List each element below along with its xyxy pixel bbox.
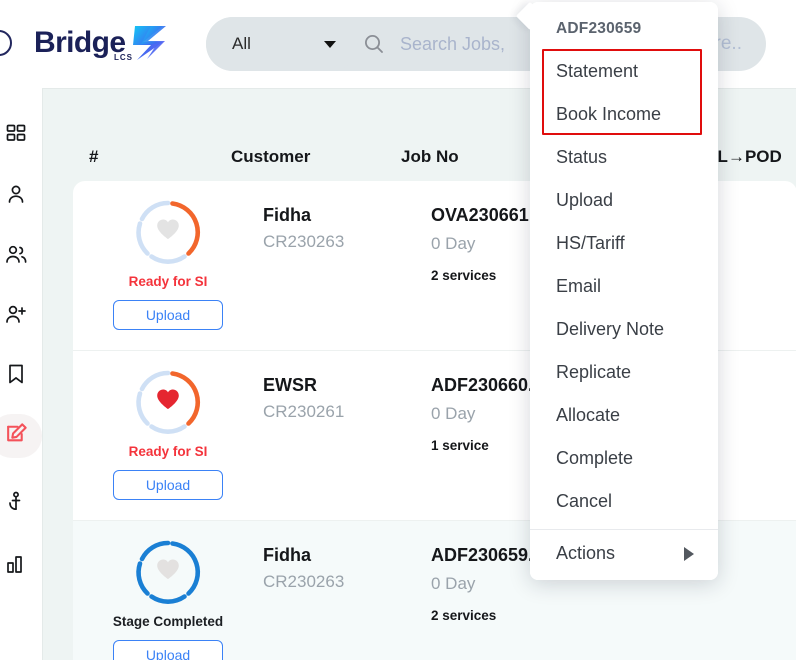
- chevron-down-icon: [324, 40, 336, 48]
- customer-code: CR230263: [263, 572, 345, 591]
- job-number[interactable]: ADF230659...: [431, 545, 543, 566]
- status-badge: Ready for SI: [128, 274, 208, 289]
- upload-button[interactable]: Upload: [113, 300, 223, 330]
- menu-item-hs-tariff[interactable]: HS/Tariff: [530, 222, 718, 265]
- row-status-cell: Ready for SI Upload: [89, 367, 247, 500]
- row-customer-cell: Fidha CR230263: [263, 205, 344, 252]
- job-number[interactable]: ADF230660...: [431, 375, 543, 396]
- brand-logo[interactable]: Bridge LCS: [34, 23, 173, 63]
- menu-item-cancel[interactable]: Cancel: [530, 480, 718, 523]
- menu-item-email[interactable]: Email: [530, 265, 718, 308]
- menu-item-actions[interactable]: Actions: [530, 532, 718, 575]
- menu-item-delivery-note[interactable]: Delivery Note: [530, 308, 718, 351]
- anchor-icon: [5, 490, 27, 519]
- column-header-hash: #: [89, 147, 99, 166]
- brand-name: Bridge: [34, 26, 126, 59]
- sidebar-item-ports[interactable]: [0, 482, 42, 526]
- customer-name: Fidha: [263, 545, 311, 565]
- customer-name: EWSR: [263, 375, 317, 395]
- menu-item-actions-label: Actions: [556, 543, 616, 563]
- caret-right-icon: [684, 546, 694, 561]
- menu-item-replicate[interactable]: Replicate: [530, 351, 718, 394]
- menu-item-upload[interactable]: Upload: [530, 179, 718, 222]
- row-customer-cell: Fidha CR230263: [263, 545, 344, 592]
- upload-button[interactable]: Upload: [113, 470, 223, 500]
- job-services-count: 2 services: [431, 608, 497, 623]
- job-context-menu: ADF230659 Statement Book Income Status U…: [515, 1, 718, 580]
- menu-item-complete[interactable]: Complete: [530, 437, 718, 480]
- context-menu-title: ADF230659: [556, 20, 642, 37]
- outline-heart-icon: [155, 558, 181, 587]
- sidebar-rail: [0, 88, 42, 660]
- menu-item-allocate[interactable]: Allocate: [530, 394, 718, 437]
- bar-chart-icon: [5, 553, 27, 580]
- menu-circle-icon[interactable]: [0, 30, 12, 56]
- sidebar-item-customer[interactable]: [0, 174, 42, 218]
- menu-divider: [530, 529, 718, 530]
- customer-code: CR230261: [263, 402, 345, 421]
- sidebar-item-bookmarks[interactable]: [0, 354, 42, 398]
- menu-item-statement[interactable]: Statement: [530, 50, 718, 93]
- status-badge: Stage Completed: [112, 614, 224, 629]
- bookmark-icon: [5, 362, 27, 391]
- row-status-cell: Stage Completed Upload: [89, 537, 247, 660]
- sidebar-item-jobs[interactable]: [0, 414, 42, 458]
- menu-item-book-income[interactable]: Book Income: [530, 93, 718, 136]
- customer-code: CR230263: [263, 232, 345, 251]
- person-icon: [4, 182, 28, 211]
- column-header-customer: Customer: [231, 147, 311, 166]
- row-status-cell: Ready for SI Upload: [89, 197, 247, 330]
- progress-ring: [133, 537, 203, 607]
- brand-subtitle: LCS: [114, 53, 133, 62]
- grid-icon: [4, 122, 28, 151]
- sidebar-item-team[interactable]: [0, 234, 42, 278]
- progress-ring: [133, 197, 203, 267]
- job-number[interactable]: OVA230661: [431, 205, 529, 226]
- column-header-job-no: Job No: [401, 147, 459, 166]
- edit-note-icon: [4, 421, 29, 451]
- progress-ring: [133, 367, 203, 437]
- sidebar-item-reports[interactable]: [0, 544, 42, 588]
- customer-name: Fidha: [263, 205, 311, 225]
- search-icon: [362, 32, 386, 56]
- sidebar-item-add-person[interactable]: [0, 294, 42, 338]
- person-add-icon: [3, 302, 29, 331]
- app-root: Bridge LCS All Search Jobs, # Customer J…: [0, 0, 796, 660]
- upload-button[interactable]: Upload: [113, 640, 223, 660]
- menu-body: ADF230659 Statement Book Income Status U…: [530, 2, 718, 580]
- menu-item-status[interactable]: Status: [530, 136, 718, 179]
- outline-heart-icon: [155, 218, 181, 247]
- search-scope-value: All: [232, 34, 251, 53]
- row-customer-cell: EWSR CR230261: [263, 375, 344, 422]
- status-badge: Ready for SI: [128, 444, 208, 459]
- filled-heart-icon: [155, 388, 181, 417]
- sidebar-item-dashboard[interactable]: [0, 114, 42, 158]
- search-scope-dropdown[interactable]: All: [206, 17, 358, 71]
- bridge-logo-mark-icon: [129, 23, 173, 63]
- people-icon: [3, 242, 29, 271]
